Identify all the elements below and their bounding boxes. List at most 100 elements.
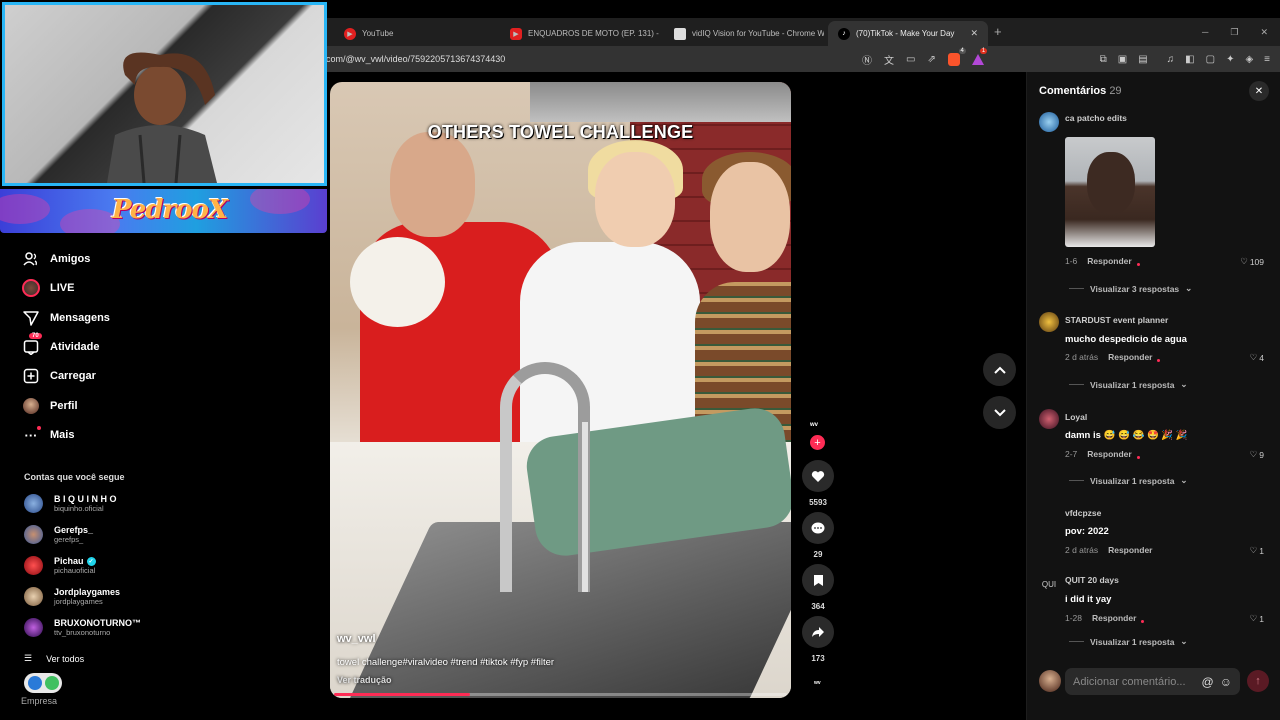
brave-shield-icon[interactable]: 4 <box>947 47 966 66</box>
mention-icon[interactable]: @ <box>1202 675 1214 689</box>
comment-user[interactable]: Loyal <box>1065 412 1087 422</box>
like-button[interactable] <box>802 460 834 492</box>
tab-youtube[interactable]: ▶ YouTube <box>334 21 494 46</box>
following-title: Contas que você segue <box>24 472 125 482</box>
video-scene <box>500 362 590 592</box>
see-all-link[interactable]: ☰ Ver todos <box>24 653 84 664</box>
reply-button[interactable]: Responder <box>1092 613 1136 623</box>
video-scene <box>350 237 445 327</box>
wallet-icon[interactable]: ▤ <box>1138 54 1147 65</box>
following-item[interactable]: Pichau ✓ pichauoficial <box>24 556 96 575</box>
comment-user[interactable]: vfdcpzse <box>1065 508 1101 518</box>
power-icon <box>44 676 59 690</box>
cast-icon[interactable]: ▭ <box>906 54 915 65</box>
sidebar-item-activity[interactable]: 70 Atividade <box>22 333 100 356</box>
save-button[interactable] <box>802 564 834 596</box>
video-player[interactable]: OTHERS TOWEL CHALLENGE wv_vwl towel chal… <box>330 82 791 698</box>
business-icon <box>27 676 42 690</box>
divider <box>1069 288 1084 289</box>
emoji-icon[interactable]: ☺ <box>1220 675 1232 689</box>
banner-leaf <box>250 189 310 214</box>
following-item[interactable]: B I Q U I N H Obiquinho.oficial <box>24 494 117 513</box>
comment-like-button[interactable]: ♡ 109 <box>1240 256 1264 267</box>
sidebar-item-more[interactable]: ··· Mais <box>22 426 74 444</box>
sidebar-item-upload[interactable]: Carregar <box>22 367 96 385</box>
reply-button[interactable]: Responder <box>1108 545 1152 555</box>
sidebar-item-live[interactable]: LIVE <box>22 279 74 297</box>
vpn-icon[interactable]: ◈ <box>1245 54 1253 65</box>
brave-rewards-badge: 1 <box>979 47 988 54</box>
comment-user[interactable]: ca patcho edits <box>1065 113 1127 123</box>
share-button[interactable] <box>802 616 834 648</box>
follow-plus-icon[interactable]: + <box>810 435 825 450</box>
avatar[interactable]: QUI <box>1039 574 1059 594</box>
following-item[interactable]: Gerefps_ gerefps_ <box>24 525 93 544</box>
comment-like-button[interactable]: ♡ 9 <box>1250 449 1264 460</box>
tab-tiktok[interactable]: ♪ (70)TikTok - Make Your Day ✕ <box>828 21 988 46</box>
reply-button[interactable]: Responder <box>1087 256 1131 266</box>
close-tab-icon[interactable]: ✕ <box>962 28 978 39</box>
screenshot-icon[interactable]: ▣ <box>1118 54 1127 65</box>
comments-title: Comentários 29 <box>1039 85 1122 97</box>
comment-user[interactable]: STARDUST event planner <box>1065 315 1168 325</box>
view-replies-button[interactable]: Visualizar 1 resposta ⌄ <box>1069 636 1188 647</box>
reply-button[interactable]: Responder <box>1108 352 1152 362</box>
translate-icon[interactable]: 文 <box>884 52 894 67</box>
comment-image[interactable] <box>1065 137 1155 247</box>
minimize-icon[interactable]: ─ <box>1202 27 1208 37</box>
like-count: 5593 <box>809 498 827 507</box>
reply-button[interactable]: Responder <box>1087 449 1131 459</box>
chevron-down-icon: ⌄ <box>1180 475 1188 485</box>
no-tracking-icon[interactable]: Ⓝ <box>862 52 872 67</box>
avatar[interactable] <box>1039 112 1059 132</box>
comment-like-button[interactable]: ♡ 1 <box>1250 545 1264 556</box>
brave-rewards-icon[interactable]: 1 <box>971 47 988 65</box>
creator-avatar[interactable]: wv <box>810 422 818 428</box>
following-name: Pichau <box>54 556 84 566</box>
send-comment-button[interactable]: ↑ <box>1247 670 1269 692</box>
video-author[interactable]: wv_vwl <box>337 633 376 645</box>
view-replies-button[interactable]: Visualizar 1 resposta ⌄ <box>1069 475 1188 486</box>
ai-icon[interactable]: ✦ <box>1226 54 1234 65</box>
music-disc[interactable]: wv <box>814 680 821 686</box>
sidebar-item-profile[interactable]: Perfil <box>22 397 78 415</box>
translate-link[interactable]: Ver tradução <box>337 675 392 685</box>
avatar[interactable] <box>1039 312 1059 332</box>
close-window-icon[interactable]: ✕ <box>1260 27 1268 38</box>
restore-icon[interactable]: ❐ <box>1230 27 1238 38</box>
comment-like-button[interactable]: ♡ 4 <box>1250 352 1264 363</box>
tab-vidiq[interactable]: vidIQ Vision for YouTube - Chrome W <box>664 21 824 46</box>
following-item[interactable]: Jordplaygames jordplaygames <box>24 587 120 606</box>
music-icon[interactable]: ♫ <box>1167 54 1175 65</box>
heart-outline-icon: ♡ <box>1249 449 1258 459</box>
comment-input[interactable]: Adicionar comentário... @ ☺ <box>1065 668 1240 695</box>
comment-user[interactable]: QUIT 20 days <box>1065 575 1119 585</box>
business-toggle[interactable] <box>24 673 62 693</box>
view-replies-button[interactable]: Visualizar 1 resposta ⌄ <box>1069 379 1188 390</box>
stream-banner: PedrooX <box>0 189 327 233</box>
avatar[interactable] <box>1039 409 1059 429</box>
share-icon[interactable]: ⇗ <box>927 54 935 65</box>
url-field[interactable]: com/@wv_vwl/video/7592205713674374430 <box>326 54 505 64</box>
sidebar-item-friends[interactable]: Amigos <box>22 250 90 268</box>
more-icon: ··· <box>22 426 41 444</box>
close-comments-button[interactable]: ✕ <box>1249 81 1269 101</box>
sidebar-item-label: Atividade <box>50 341 100 353</box>
view-replies-button[interactable]: Visualizar 3 respostas ⌄ <box>1069 283 1192 294</box>
previous-video-button[interactable] <box>983 353 1016 386</box>
next-video-button[interactable] <box>983 396 1016 429</box>
extensions-icon[interactable]: ⧉ <box>1100 54 1107 65</box>
wallet2-icon[interactable]: ▢ <box>1206 54 1215 65</box>
comment-like-button[interactable]: ♡ 1 <box>1250 613 1264 624</box>
banner-logo-text: PedrooX <box>112 195 228 225</box>
menu-icon[interactable]: ≡ <box>1264 54 1270 65</box>
tab-label: YouTube <box>362 29 394 38</box>
video-progress-bar[interactable] <box>334 693 787 696</box>
sidebar-toggle-icon[interactable]: ◧ <box>1185 54 1194 65</box>
following-item[interactable]: BRUXONOTURNO™ ttv_bruxonoturno <box>24 618 141 637</box>
comment-button[interactable] <box>802 512 834 544</box>
tab-label: (70)TikTok - Make Your Day <box>856 29 955 38</box>
new-tab-icon[interactable]: + <box>994 24 1002 39</box>
tab-enquadros[interactable]: ▶ ENQUADROS DE MOTO (EP. 131) - Yo <box>500 21 660 46</box>
sidebar-item-messages[interactable]: Mensagens <box>22 309 110 327</box>
